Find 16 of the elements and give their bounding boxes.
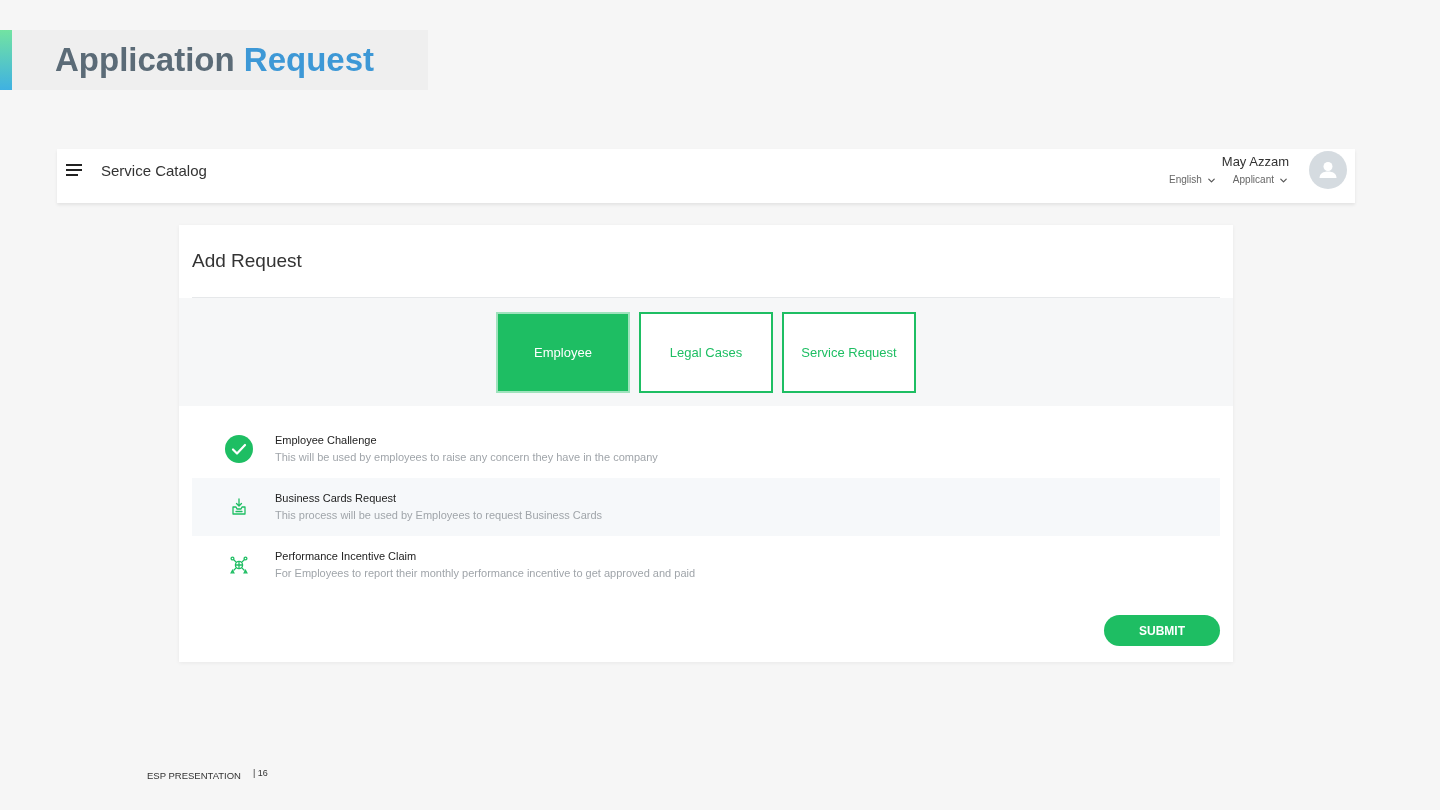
page-number: | 16 [252, 768, 268, 778]
service-name[interactable]: Business Cards Request [275, 490, 603, 507]
service-name[interactable]: Performance Incentive Claim [275, 548, 696, 565]
language-dropdown[interactable]: English [1169, 173, 1217, 187]
menu-icon[interactable] [66, 164, 82, 176]
page-title: Service Catalog [101, 161, 207, 179]
service-description: This will be used by employees to raise any concern they have in the company [275, 450, 658, 465]
service-description: This process will be used by Employees to request Business Cards [275, 508, 603, 523]
service-description: For Employees to report their monthly performance incentive to get approved and paid [275, 566, 696, 581]
role-dropdown[interactable]: Applicant [1232, 173, 1289, 187]
service-name[interactable]: Employee Challenge [275, 432, 658, 449]
slide-title: Application Request [55, 41, 375, 79]
accent-bar [0, 30, 12, 90]
footer-label: ESP PRESENTATION [147, 770, 241, 781]
user-name: May Azzam [1221, 154, 1289, 170]
card-title: Add Request [192, 250, 302, 272]
